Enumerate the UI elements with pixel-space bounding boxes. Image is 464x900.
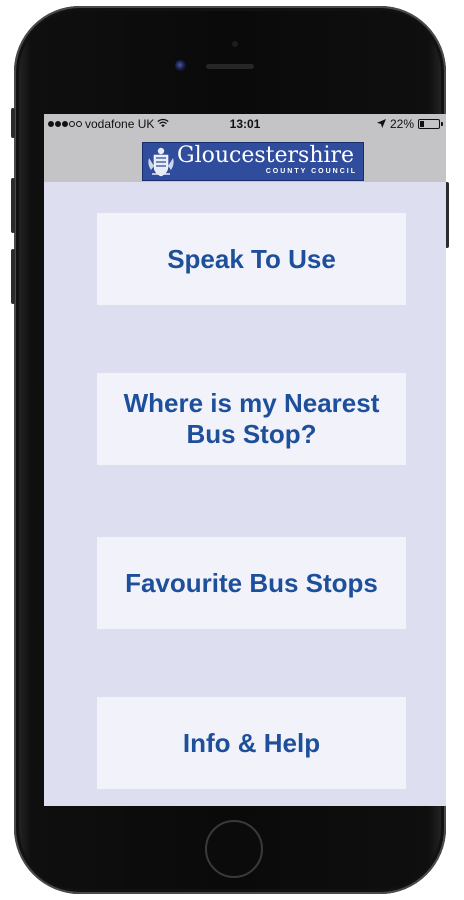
info-help-button[interactable]: Info & Help bbox=[97, 697, 406, 789]
proximity-sensor bbox=[232, 41, 238, 47]
app-header: Gloucestershire COUNTY COUNCIL bbox=[44, 134, 446, 182]
app-screen: vodafone UK 13:01 22% Gloucestershire CO… bbox=[44, 114, 446, 806]
status-right: 22% bbox=[376, 117, 443, 131]
favourite-bus-stops-button[interactable]: Favourite Bus Stops bbox=[97, 537, 406, 629]
logo-name: Gloucestershire bbox=[177, 143, 355, 168]
earpiece-speaker bbox=[206, 64, 254, 69]
volume-down-button bbox=[11, 249, 15, 304]
volume-up-button bbox=[11, 178, 15, 233]
nearest-bus-stop-button[interactable]: Where is my Nearest Bus Stop? bbox=[97, 373, 406, 465]
logo-subtitle: COUNTY COUNCIL bbox=[265, 168, 357, 175]
coat-of-arms-icon bbox=[148, 147, 174, 177]
phone-frame: vodafone UK 13:01 22% Gloucestershire CO… bbox=[11, 6, 449, 894]
battery-icon bbox=[418, 119, 443, 129]
council-logo: Gloucestershire COUNTY COUNCIL bbox=[142, 142, 364, 181]
speak-to-use-button[interactable]: Speak To Use bbox=[97, 213, 406, 305]
battery-level bbox=[420, 121, 424, 127]
battery-percent: 22% bbox=[389, 117, 414, 131]
status-bar: vodafone UK 13:01 22% bbox=[44, 114, 446, 134]
home-button[interactable] bbox=[205, 820, 263, 878]
mute-switch bbox=[11, 108, 15, 138]
location-arrow-icon bbox=[376, 117, 386, 131]
front-camera-icon bbox=[175, 60, 186, 71]
